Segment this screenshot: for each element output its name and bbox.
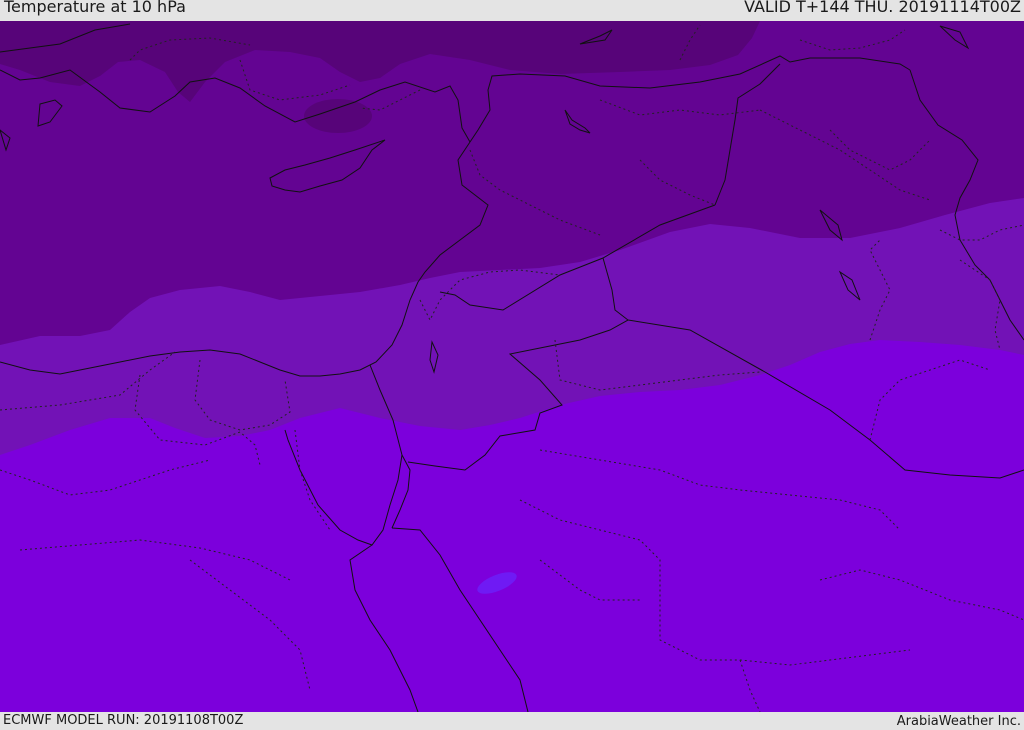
credit-label: ArabiaWeather Inc. [896, 714, 1021, 729]
model-run-label: ECMWF MODEL RUN: 20191108T00Z [3, 713, 244, 728]
weather-map[interactable] [0, 21, 1024, 712]
map-title: Temperature at 10 hPa [4, 0, 186, 16]
footer-bar: ECMWF MODEL RUN: 20191108T00Z ArabiaWeat… [0, 712, 1024, 729]
valid-time-label: VALID T+144 THU. 20191114T00Z [744, 0, 1021, 16]
header-bar: Temperature at 10 hPa VALID T+144 THU. 2… [0, 0, 1024, 21]
map-canvas [0, 21, 1024, 712]
